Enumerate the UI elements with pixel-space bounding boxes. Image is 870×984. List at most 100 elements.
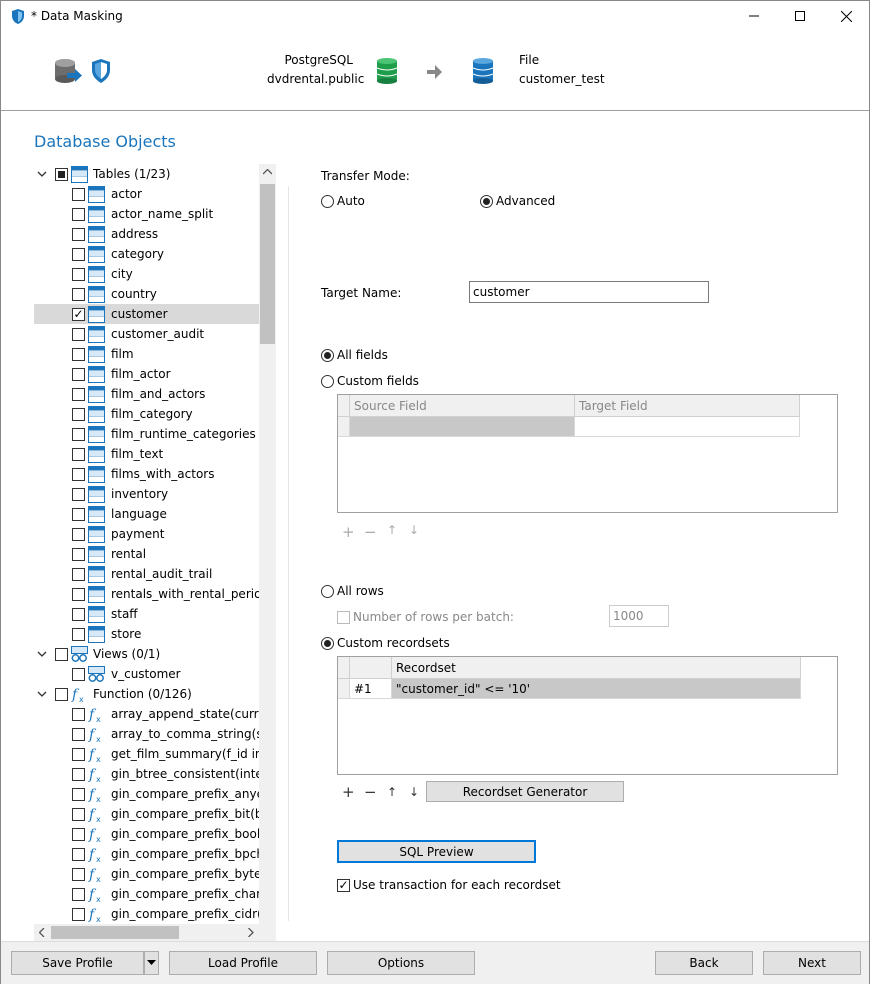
tree-table-films-with-actors-checkbox[interactable] — [72, 468, 85, 481]
mode-auto-label[interactable]: Auto — [337, 194, 365, 208]
minimize-button[interactable] — [731, 1, 777, 31]
tree-function-item[interactable]: f x gin_btree_consistent(interna — [34, 764, 276, 784]
tree-table-language-checkbox[interactable] — [72, 508, 85, 521]
source-field-header[interactable]: Source Field — [350, 395, 575, 417]
tree-table-staff-checkbox[interactable] — [72, 608, 85, 621]
tree-table-film-text-checkbox[interactable] — [72, 448, 85, 461]
tree-view-item-checkbox[interactable] — [72, 668, 85, 681]
tree-table-language[interactable]: language — [34, 504, 259, 524]
all-fields-radio[interactable] — [321, 349, 334, 362]
tree-table-actor-name-split-checkbox[interactable] — [72, 208, 85, 221]
tree-table-actor-checkbox[interactable] — [72, 188, 85, 201]
tree-group-tables[interactable]: Tables (1/23) — [34, 164, 259, 184]
fields-remove-button[interactable]: − — [364, 523, 377, 541]
tree-table-customer-checkbox[interactable]: ✓ — [72, 308, 85, 321]
maximize-button[interactable] — [777, 1, 823, 31]
tree-group-tables-checkbox[interactable] — [55, 168, 68, 181]
scroll-right-icon[interactable] — [248, 928, 254, 937]
tree-vertical-scrollbar[interactable] — [259, 164, 276, 924]
tree-table-store-checkbox[interactable] — [72, 628, 85, 641]
recordset-move-up-button[interactable]: ↑ — [387, 785, 397, 799]
tree-table-film-and-actors-checkbox[interactable] — [72, 388, 85, 401]
tree-view-item[interactable]: v_customer — [34, 664, 259, 684]
tree-table-address-checkbox[interactable] — [72, 228, 85, 241]
fields-add-button[interactable]: + — [342, 523, 355, 541]
all-rows-label[interactable]: All rows — [337, 584, 384, 598]
recordset-grid[interactable]: Recordset #1 "customer_id" <= '10' — [337, 656, 838, 775]
custom-fields-grid[interactable]: Source Field Target Field — [337, 394, 838, 513]
use-transaction-label[interactable]: Use transaction for each recordset — [353, 878, 561, 892]
tree-function-item-checkbox[interactable] — [72, 808, 85, 821]
tree-table-rental-audit-trail-checkbox[interactable] — [72, 568, 85, 581]
tree-table-country[interactable]: country — [34, 284, 259, 304]
target-field-cell[interactable] — [575, 417, 800, 437]
scrollbar-thumb[interactable] — [260, 184, 275, 344]
custom-recordsets-label[interactable]: Custom recordsets — [337, 636, 450, 650]
tree-table-film-text[interactable]: film_text — [34, 444, 259, 464]
tree-table-rental-checkbox[interactable] — [72, 548, 85, 561]
target-name-input[interactable]: customer — [469, 281, 709, 303]
tree-table-film-category-checkbox[interactable] — [72, 408, 85, 421]
mode-auto-radio[interactable] — [321, 195, 334, 208]
recordset-move-down-button[interactable]: ↓ — [409, 785, 419, 799]
options-button[interactable]: Options — [327, 951, 475, 975]
tree-table-rentals-with-rental-period-checkbox[interactable] — [72, 588, 85, 601]
tree-table-address[interactable]: address — [34, 224, 259, 244]
recordset-header[interactable]: Recordset — [392, 657, 801, 679]
tree-table-staff[interactable]: staff — [34, 604, 259, 624]
tree-table-film-actor[interactable]: film_actor — [34, 364, 259, 384]
tree-function-item[interactable]: f x gin_compare_prefix_cidr(cid — [34, 904, 276, 924]
tree-horizontal-scrollbar[interactable] — [34, 924, 259, 941]
tree-table-country-checkbox[interactable] — [72, 288, 85, 301]
tree-function-item-checkbox[interactable] — [72, 748, 85, 761]
tree-table-payment[interactable]: payment — [34, 524, 259, 544]
chevron-down-icon[interactable] — [36, 648, 48, 660]
tree-table-film-checkbox[interactable] — [72, 348, 85, 361]
tree-table-films-with-actors[interactable]: films_with_actors — [34, 464, 259, 484]
tree-table-customer-audit[interactable]: customer_audit — [34, 324, 259, 344]
tree-function-item-checkbox[interactable] — [72, 828, 85, 841]
tree-function-item[interactable]: f x gin_compare_prefix_char(ch — [34, 884, 276, 904]
tree-function-item-checkbox[interactable] — [72, 908, 85, 921]
save-profile-button[interactable]: Save Profile — [11, 951, 144, 975]
close-button[interactable] — [823, 1, 869, 31]
tree-function-item[interactable]: f x gin_compare_prefix_bytea(b — [34, 864, 276, 884]
tree-table-payment-checkbox[interactable] — [72, 528, 85, 541]
mode-advanced-radio[interactable] — [480, 195, 493, 208]
tree-table-category-checkbox[interactable] — [72, 248, 85, 261]
rows-per-batch-checkbox[interactable] — [337, 611, 350, 624]
back-button[interactable]: Back — [655, 951, 753, 975]
tree-table-city[interactable]: city — [34, 264, 259, 284]
scroll-left-icon[interactable] — [39, 928, 45, 937]
tree-table-film-category[interactable]: film_category — [34, 404, 259, 424]
custom-fields-label[interactable]: Custom fields — [337, 374, 419, 388]
chevron-down-icon[interactable] — [36, 688, 48, 700]
all-fields-label[interactable]: All fields — [337, 348, 388, 362]
tree-group-functions-checkbox[interactable] — [55, 688, 68, 701]
recordset-add-button[interactable]: + — [342, 783, 355, 801]
tree-function-item[interactable]: f x gin_compare_prefix_bit(bit, — [34, 804, 274, 824]
target-field-header[interactable]: Target Field — [575, 395, 800, 417]
recordset-row-selector[interactable] — [338, 679, 350, 699]
chevron-down-icon[interactable] — [36, 168, 48, 180]
tree-table-film-runtime-categories-checkbox[interactable] — [72, 428, 85, 441]
custom-fields-radio[interactable] — [321, 375, 334, 388]
recordset-row-value[interactable]: "customer_id" <= '10' — [392, 679, 801, 699]
tree-table-city-checkbox[interactable] — [72, 268, 85, 281]
tree-function-item[interactable]: f x gin_compare_prefix_anyenu — [34, 784, 276, 804]
tree-group-views[interactable]: Views (0/1) — [34, 644, 259, 664]
tree-function-item-checkbox[interactable] — [72, 848, 85, 861]
tree-function-item-checkbox[interactable] — [72, 728, 85, 741]
tree-function-item-checkbox[interactable] — [72, 708, 85, 721]
tree-table-actor-name-split[interactable]: actor_name_split — [34, 204, 259, 224]
custom-recordsets-radio[interactable] — [321, 637, 334, 650]
all-rows-radio[interactable] — [321, 585, 334, 598]
grid-row-selector[interactable] — [338, 417, 350, 437]
tree-table-inventory-checkbox[interactable] — [72, 488, 85, 501]
fields-move-up-button[interactable]: ↑ — [387, 523, 397, 537]
tree-function-item[interactable]: f x array_append_state(current_ — [34, 704, 276, 724]
load-profile-button[interactable]: Load Profile — [169, 951, 317, 975]
tree-table-film-actor-checkbox[interactable] — [72, 368, 85, 381]
sql-preview-button[interactable]: SQL Preview — [337, 840, 536, 863]
tree-table-film-and-actors[interactable]: film_and_actors — [34, 384, 259, 404]
